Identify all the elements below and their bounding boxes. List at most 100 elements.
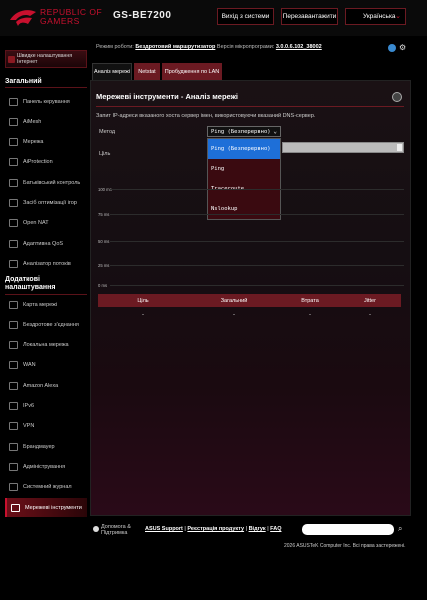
asus-support-link[interactable]: ASUS Support: [145, 526, 183, 532]
network-map-icon: [9, 300, 18, 309]
search-icon[interactable]: ⌕: [398, 524, 402, 534]
firmware-value-link[interactable]: 3.0.0.6.102_38002: [276, 44, 322, 50]
sidebar-item-label: Адаптивна QoS: [23, 240, 64, 247]
sidebar-advanced-item-3[interactable]: WAN: [5, 356, 87, 375]
input-scroll-handle[interactable]: [397, 144, 402, 151]
parental-icon: [9, 178, 18, 187]
logout-button[interactable]: Вихід з системи: [217, 8, 274, 25]
aimesh-icon: [9, 117, 18, 126]
reboot-button[interactable]: Перезавантажити: [281, 8, 338, 25]
status-line: Режим роботи: Бездротовий маршрутизатор …: [96, 44, 322, 50]
ipv6-icon: [9, 402, 18, 410]
sidebar-general-item-1[interactable]: AiMesh: [5, 112, 87, 131]
sidebar-advanced-item-0[interactable]: Карта мережі: [5, 295, 87, 314]
target-input[interactable]: [282, 142, 404, 153]
results-table-header: Ціль Загальний Втрата Jitter: [98, 294, 401, 307]
quick-setup-label: Швидке налаштування Інтернет: [17, 53, 73, 65]
question-icon: [93, 526, 99, 532]
footer-links: ASUS Support | Реєстрація продукту | Від…: [145, 526, 281, 532]
sidebar-item-label: Засіб оптимізації ігор: [23, 200, 77, 206]
copyright-text: 2026 ASUSTeK Computer Inc. Всі права зас…: [284, 543, 406, 549]
sidebar-advanced-item-10[interactable]: Мережеві інструменти: [5, 498, 87, 517]
product-registration-link[interactable]: Реєстрація продукту: [187, 526, 244, 532]
mode-value-link[interactable]: Бездротовий маршрутизатор: [135, 44, 215, 50]
target-label: Ціль: [99, 151, 111, 157]
method-option-ping[interactable]: Ping: [208, 159, 280, 179]
settings-icon[interactable]: ⚙: [399, 44, 407, 52]
tab-wake-on-lan[interactable]: Пробудження по LAN: [162, 63, 222, 80]
rog-logo-icon: [10, 10, 36, 26]
sidebar: Швидке налаштування Інтернет Загальний Д…: [0, 36, 87, 517]
sidebar-advanced-item-1[interactable]: Бездротове з'єднання: [5, 315, 87, 334]
tab-netstat[interactable]: Netstat: [134, 63, 160, 80]
method-option-ping-continuous[interactable]: Ping (Безперервно): [208, 139, 280, 159]
y-axis-label: 75 ms: [98, 212, 110, 217]
help-line2: Підтримка: [101, 530, 128, 536]
sidebar-general-item-2[interactable]: Мережа: [5, 133, 87, 152]
log-icon: [9, 483, 18, 492]
general-section-title: Загальний: [5, 78, 87, 88]
open-nat-icon: [9, 219, 18, 228]
quick-setup-icon: [8, 56, 15, 63]
sidebar-advanced-item-8[interactable]: Адміністрування: [5, 457, 87, 476]
sidebar-item-label: Мережа: [23, 139, 44, 146]
wireless-icon: [9, 320, 18, 329]
table-cell: -: [233, 312, 235, 318]
method-select-value: Ping (Безперервно): [211, 128, 271, 135]
sidebar-general-item-4[interactable]: Батьківський контроль: [5, 173, 87, 192]
model-name: GS-BE7200: [113, 10, 172, 21]
brand-line2: GAMERS: [40, 16, 80, 26]
sidebar-general-item-7[interactable]: Адаптивна QoS: [5, 234, 87, 253]
sidebar-item-label: Amazon Alexa: [23, 382, 59, 389]
game-icon: [9, 199, 18, 207]
column-header-jitter: Jitter: [364, 297, 376, 304]
language-select[interactable]: Українська ⌄: [345, 8, 406, 25]
grid-line: [110, 189, 404, 190]
title-divider: [96, 106, 404, 107]
sidebar-advanced-item-5[interactable]: IPv6: [5, 397, 87, 416]
sidebar-advanced-item-7[interactable]: Брандмауер: [5, 437, 87, 456]
chevron-down-icon: ⌄: [273, 128, 277, 135]
latency-chart: 100 ms 75 ms 50 ms 25 ms 0 ms: [96, 185, 404, 290]
sidebar-item-label: Локальна мережа: [23, 342, 69, 349]
sidebar-item-label: Адміністрування: [23, 463, 66, 470]
vpn-icon: [9, 422, 18, 431]
sidebar-general-item-3[interactable]: AiProtection: [5, 153, 87, 172]
language-value: Українська: [363, 13, 396, 20]
sidebar-general-item-0[interactable]: Панель керування: [5, 92, 87, 111]
sidebar-general-item-5[interactable]: Засіб оптимізації ігор: [5, 194, 87, 213]
sidebar-item-label: AiProtection: [23, 159, 53, 166]
shield-icon: [9, 158, 18, 167]
help-support-link[interactable]: Допомога & Підтримка: [93, 524, 131, 536]
footer-search-input[interactable]: [302, 524, 394, 535]
sidebar-item-label: Open NAT: [23, 220, 49, 227]
mode-label: Режим роботи:: [96, 44, 134, 50]
tab-network-analysis[interactable]: Аналіз мережі: [92, 63, 132, 80]
sidebar-general-item-8[interactable]: Аналізатор потоків: [5, 254, 87, 273]
sidebar-advanced-item-9[interactable]: Системний журнал: [5, 478, 87, 497]
column-header-loss: Втрата: [301, 297, 319, 304]
grid-line: [110, 241, 404, 242]
y-axis-label: 25 ms: [98, 263, 110, 268]
traffic-icon: [9, 259, 18, 268]
faq-link[interactable]: FAQ: [270, 526, 281, 532]
chevron-down-icon: ⌄: [395, 13, 401, 20]
sidebar-advanced-item-2[interactable]: Локальна мережа: [5, 336, 87, 355]
method-select[interactable]: Ping (Безперервно) ⌄: [207, 126, 281, 137]
user-status-icon[interactable]: [388, 44, 396, 52]
sidebar-general-item-6[interactable]: Open NAT: [5, 214, 87, 233]
top-header: REPUBLIC OF GAMERS GS-BE7200 Вихід з сис…: [0, 0, 427, 36]
dashboard-icon: [9, 97, 18, 106]
sidebar-advanced-item-4[interactable]: Amazon Alexa: [5, 376, 87, 395]
sidebar-item-label: Мережеві інструменти: [25, 504, 82, 511]
column-header-target: Ціль: [137, 297, 149, 304]
feedback-link[interactable]: Відгук: [249, 526, 266, 532]
help-icon[interactable]: [392, 92, 402, 102]
sidebar-advanced-item-6[interactable]: VPN: [5, 417, 87, 436]
admin-icon: [9, 462, 18, 471]
table-cell: -: [309, 312, 311, 318]
column-header-total: Загальний: [220, 297, 248, 304]
quick-setup-button[interactable]: Швидке налаштування Інтернет: [5, 50, 87, 68]
lan-icon: [9, 341, 18, 350]
brand-text: REPUBLIC OF GAMERS: [40, 8, 102, 26]
